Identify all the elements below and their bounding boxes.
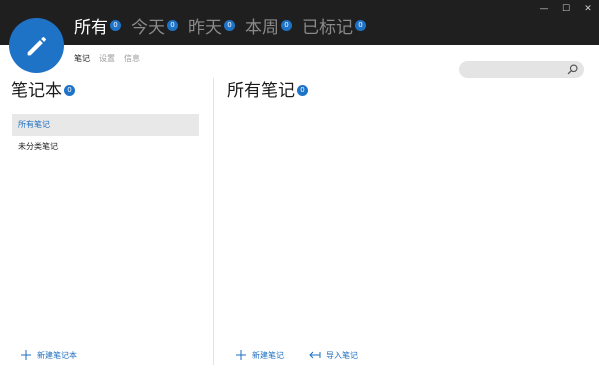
count-badge: 0	[110, 20, 121, 31]
new-note-button[interactable]: 新建笔记	[235, 349, 284, 361]
notebooks-title: 笔记本	[11, 81, 62, 101]
plus-icon	[236, 350, 246, 360]
maximize-button[interactable]: ☐	[555, 0, 577, 18]
filter-tab-all[interactable]: 所有 0	[74, 18, 121, 38]
count-badge: 0	[224, 20, 235, 31]
sub-tabs: 笔记 设置 信息	[74, 53, 140, 64]
window-controls: — ☐ ✕	[533, 0, 599, 18]
minimize-button[interactable]: —	[533, 0, 555, 18]
tab-notes[interactable]: 笔记	[74, 53, 90, 64]
filter-tab-yesterday[interactable]: 昨天 0	[188, 18, 235, 38]
filter-tab-label: 昨天	[188, 18, 222, 38]
new-notebook-button[interactable]: 新建笔记本	[20, 349, 77, 361]
count-badge: 0	[167, 20, 178, 31]
panel-divider	[213, 78, 214, 365]
new-note-label: 新建笔记	[252, 350, 284, 360]
tab-settings[interactable]: 设置	[99, 53, 115, 64]
notebooks-heading: 笔记本 0	[11, 81, 75, 101]
title-bar: 所有 0 今天 0 昨天 0 本周 0 已标记 0 — ☐ ✕	[0, 0, 599, 45]
tab-info[interactable]: 信息	[124, 53, 140, 64]
filter-tab-today[interactable]: 今天 0	[131, 18, 178, 38]
notes-count-badge: 0	[297, 85, 308, 96]
import-notes-label: 导入笔记	[326, 350, 358, 360]
search-icon[interactable]	[566, 63, 579, 76]
count-badge: 0	[355, 20, 366, 31]
notes-heading: 所有笔记 0	[227, 81, 308, 101]
filter-tab-label: 已标记	[302, 18, 353, 38]
plus-icon	[21, 350, 31, 360]
import-arrow-icon	[309, 351, 321, 359]
notebook-item-uncategorized[interactable]: 未分类笔记	[12, 136, 199, 158]
pencil-icon	[27, 36, 46, 55]
search-box	[459, 61, 584, 82]
new-notebook-label: 新建笔记本	[37, 350, 77, 360]
filter-tab-label: 今天	[131, 18, 165, 38]
notebook-list: 所有笔记 未分类笔记	[12, 114, 199, 158]
filter-tab-label: 所有	[74, 18, 108, 38]
notes-title: 所有笔记	[227, 81, 295, 101]
notebook-item-all[interactable]: 所有笔记	[12, 114, 199, 136]
filter-tab-week[interactable]: 本周 0	[245, 18, 292, 38]
count-badge: 0	[281, 20, 292, 31]
notebooks-count-badge: 0	[64, 85, 75, 96]
app-logo-pencil-icon	[9, 18, 64, 73]
filter-tab-flagged[interactable]: 已标记 0	[302, 18, 366, 38]
filter-tabs: 所有 0 今天 0 昨天 0 本周 0 已标记 0	[74, 18, 376, 38]
search-input[interactable]	[459, 65, 564, 82]
close-button[interactable]: ✕	[577, 0, 599, 18]
filter-tab-label: 本周	[245, 18, 279, 38]
import-notes-button[interactable]: 导入笔记	[309, 349, 358, 361]
